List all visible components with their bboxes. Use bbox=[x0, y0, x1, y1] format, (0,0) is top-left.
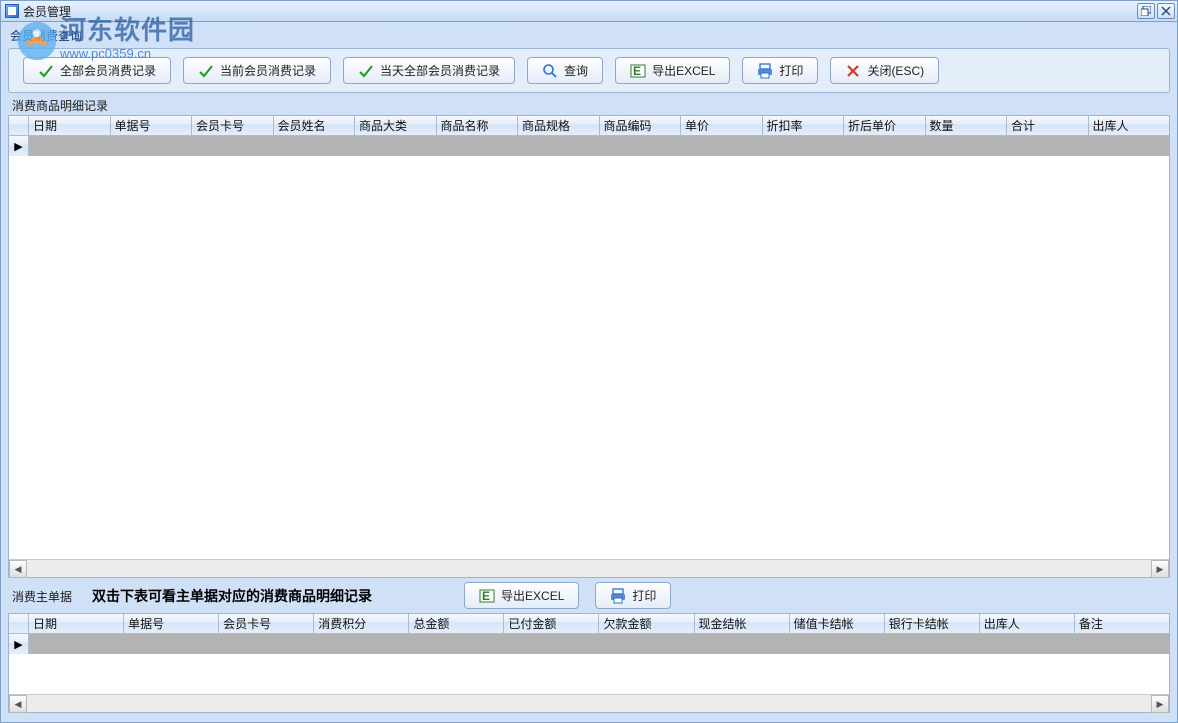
all-member-records-button[interactable]: 全部会员消费记录 bbox=[23, 57, 171, 84]
scroll-left-icon[interactable]: ◀ bbox=[9, 695, 27, 713]
master-grid-current-row: ▶ bbox=[9, 634, 1169, 654]
master-export-excel-button[interactable]: E 导出EXCEL bbox=[464, 582, 579, 609]
mcol-owed-amt[interactable]: 欠款金额 bbox=[599, 614, 694, 633]
search-icon bbox=[542, 63, 558, 79]
close-red-icon bbox=[845, 63, 861, 79]
window-titlebar: 会员管理 bbox=[0, 0, 1178, 22]
window-restore-button[interactable] bbox=[1137, 3, 1155, 19]
mcol-total-amt[interactable]: 总金额 bbox=[409, 614, 504, 633]
master-grid-hscroll[interactable]: ◀ ▶ bbox=[9, 694, 1169, 712]
svg-text:E: E bbox=[482, 589, 490, 603]
group-label: 会员消费查询 bbox=[4, 25, 1174, 46]
detail-grid-body[interactable]: ▶ bbox=[9, 136, 1169, 559]
col-out-staff[interactable]: 出库人 bbox=[1089, 116, 1170, 135]
col-goods-name[interactable]: 商品名称 bbox=[437, 116, 519, 135]
restore-icon bbox=[1141, 6, 1151, 16]
col-spec[interactable]: 商品规格 bbox=[518, 116, 600, 135]
export-excel-button[interactable]: E 导出EXCEL bbox=[615, 57, 730, 84]
col-discount[interactable]: 折扣率 bbox=[763, 116, 845, 135]
master-export-excel-label: 导出EXCEL bbox=[501, 587, 564, 604]
col-date[interactable]: 日期 bbox=[29, 116, 111, 135]
window-title: 会员管理 bbox=[23, 3, 71, 20]
master-grid[interactable]: 日期 单据号 会员卡号 消费积分 总金额 已付金额 欠款金额 现金结帐 储值卡结… bbox=[8, 613, 1170, 713]
today-all-records-label: 当天全部会员消费记录 bbox=[380, 62, 500, 79]
mcol-out-staff[interactable]: 出库人 bbox=[980, 614, 1075, 633]
app-icon bbox=[5, 4, 19, 18]
row-indicator-icon: ▶ bbox=[9, 136, 29, 156]
col-after-price[interactable]: 折后单价 bbox=[844, 116, 926, 135]
svg-text:E: E bbox=[633, 64, 641, 78]
master-print-button[interactable]: 打印 bbox=[595, 582, 671, 609]
check-icon bbox=[198, 63, 214, 79]
mcol-doc-no[interactable]: 单据号 bbox=[124, 614, 219, 633]
col-total[interactable]: 合计 bbox=[1007, 116, 1089, 135]
toolbar-panel: 全部会员消费记录 当前会员消费记录 当天全部会员消费记录 查询 E 导出EXCE… bbox=[8, 48, 1170, 93]
window-close-button[interactable] bbox=[1157, 3, 1175, 19]
all-member-records-label: 全部会员消费记录 bbox=[60, 62, 156, 79]
close-icon bbox=[1161, 6, 1171, 16]
scroll-left-icon[interactable]: ◀ bbox=[9, 560, 27, 578]
query-label: 查询 bbox=[564, 62, 588, 79]
print-icon bbox=[757, 63, 773, 79]
query-button[interactable]: 查询 bbox=[527, 57, 603, 84]
master-strip: 消费主单据 双击下表可看主单据对应的消费商品明细记录 E 导出EXCEL 打印 bbox=[4, 578, 1174, 613]
col-price[interactable]: 单价 bbox=[681, 116, 763, 135]
row-indicator-icon: ▶ bbox=[9, 634, 29, 654]
col-goods-code[interactable]: 商品编码 bbox=[600, 116, 682, 135]
mcol-remark[interactable]: 备注 bbox=[1075, 614, 1169, 633]
mcol-bankcard[interactable]: 银行卡结帐 bbox=[885, 614, 980, 633]
check-icon bbox=[38, 63, 54, 79]
mcol-card-no[interactable]: 会员卡号 bbox=[219, 614, 314, 633]
export-excel-label: 导出EXCEL bbox=[652, 62, 715, 79]
check-icon bbox=[358, 63, 374, 79]
detail-grid-hscroll[interactable]: ◀ ▶ bbox=[9, 559, 1169, 577]
detail-grid[interactable]: 日期 单据号 会员卡号 会员姓名 商品大类 商品名称 商品规格 商品编码 单价 … bbox=[8, 115, 1170, 578]
mcol-date[interactable]: 日期 bbox=[29, 614, 124, 633]
detail-grid-current-row: ▶ bbox=[9, 136, 1169, 156]
master-grid-body[interactable]: ▶ bbox=[9, 634, 1169, 694]
current-member-records-button[interactable]: 当前会员消费记录 bbox=[183, 57, 331, 84]
print-label: 打印 bbox=[779, 62, 803, 79]
scroll-right-icon[interactable]: ▶ bbox=[1151, 695, 1169, 713]
master-section-title: 消费主单据 bbox=[12, 586, 76, 606]
close-esc-button[interactable]: 关闭(ESC) bbox=[830, 57, 939, 84]
print-button[interactable]: 打印 bbox=[742, 57, 818, 84]
excel-icon: E bbox=[479, 588, 495, 604]
mcol-cash[interactable]: 现金结帐 bbox=[695, 614, 790, 633]
col-card-no[interactable]: 会员卡号 bbox=[192, 116, 274, 135]
print-icon bbox=[610, 588, 626, 604]
scroll-right-icon[interactable]: ▶ bbox=[1151, 560, 1169, 578]
col-doc-no[interactable]: 单据号 bbox=[111, 116, 193, 135]
today-all-records-button[interactable]: 当天全部会员消费记录 bbox=[343, 57, 515, 84]
master-hint: 双击下表可看主单据对应的消费商品明细记录 bbox=[92, 586, 372, 606]
window-body: 会员消费查询 全部会员消费记录 当前会员消费记录 当天全部会员消费记录 查询 E bbox=[0, 22, 1178, 723]
master-grid-header: 日期 单据号 会员卡号 消费积分 总金额 已付金额 欠款金额 现金结帐 储值卡结… bbox=[9, 614, 1169, 634]
detail-grid-header: 日期 单据号 会员卡号 会员姓名 商品大类 商品名称 商品规格 商品编码 单价 … bbox=[9, 116, 1169, 136]
col-category[interactable]: 商品大类 bbox=[355, 116, 437, 135]
mcol-points[interactable]: 消费积分 bbox=[314, 614, 409, 633]
master-print-label: 打印 bbox=[632, 587, 656, 604]
col-member-name[interactable]: 会员姓名 bbox=[274, 116, 356, 135]
excel-icon: E bbox=[630, 63, 646, 79]
col-qty[interactable]: 数量 bbox=[926, 116, 1008, 135]
close-esc-label: 关闭(ESC) bbox=[867, 62, 924, 79]
mcol-paid-amt[interactable]: 已付金额 bbox=[504, 614, 599, 633]
current-member-records-label: 当前会员消费记录 bbox=[220, 62, 316, 79]
detail-section-title: 消费商品明细记录 bbox=[4, 95, 1174, 115]
mcol-stored[interactable]: 储值卡结帐 bbox=[790, 614, 885, 633]
